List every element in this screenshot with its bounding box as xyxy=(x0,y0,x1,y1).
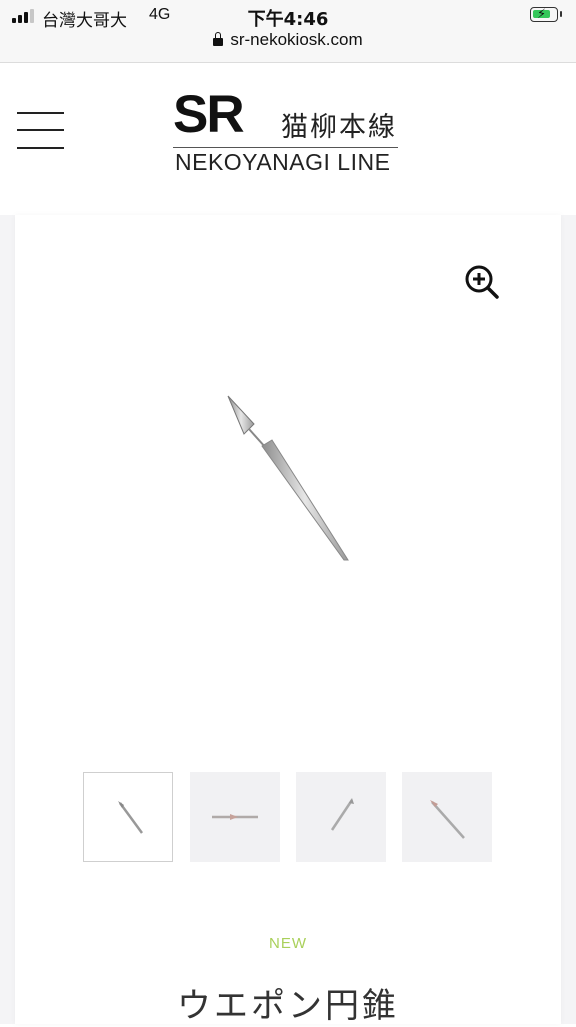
product-title: ウエポン円錐 xyxy=(177,986,399,1026)
logo-divider xyxy=(173,147,398,148)
lock-icon xyxy=(213,32,224,46)
battery-charging-icon: ⚡ xyxy=(530,6,562,22)
product-main-image[interactable] xyxy=(208,388,368,568)
zoom-in-icon[interactable] xyxy=(463,263,501,301)
thumbnail-4[interactable] xyxy=(402,772,492,862)
status-time: 下午4:46 xyxy=(247,9,329,30)
site-header: SR 猫柳本線 NEKOYANAGI LINE xyxy=(0,63,576,215)
status-bar: 台灣大哥大 4G 下午4:46 ⚡ sr-nekokiosk.com xyxy=(0,0,576,63)
hamburger-menu-icon[interactable] xyxy=(17,112,64,150)
address-bar[interactable]: sr-nekokiosk.com xyxy=(0,30,576,50)
logo-mark: SR xyxy=(173,85,245,144)
product-gallery xyxy=(15,215,561,1024)
site-logo[interactable]: SR 猫柳本線 NEKOYANAGI LINE xyxy=(173,85,403,175)
thumbnail-3[interactable] xyxy=(296,772,386,862)
url-text: sr-nekokiosk.com xyxy=(230,30,363,49)
thumbnail-1[interactable] xyxy=(83,772,173,862)
logo-english: NEKOYANAGI LINE xyxy=(175,149,391,175)
thumbnail-2[interactable] xyxy=(190,772,280,862)
new-badge: NEW xyxy=(269,935,307,952)
logo-japanese: 猫柳本線 xyxy=(281,112,397,143)
